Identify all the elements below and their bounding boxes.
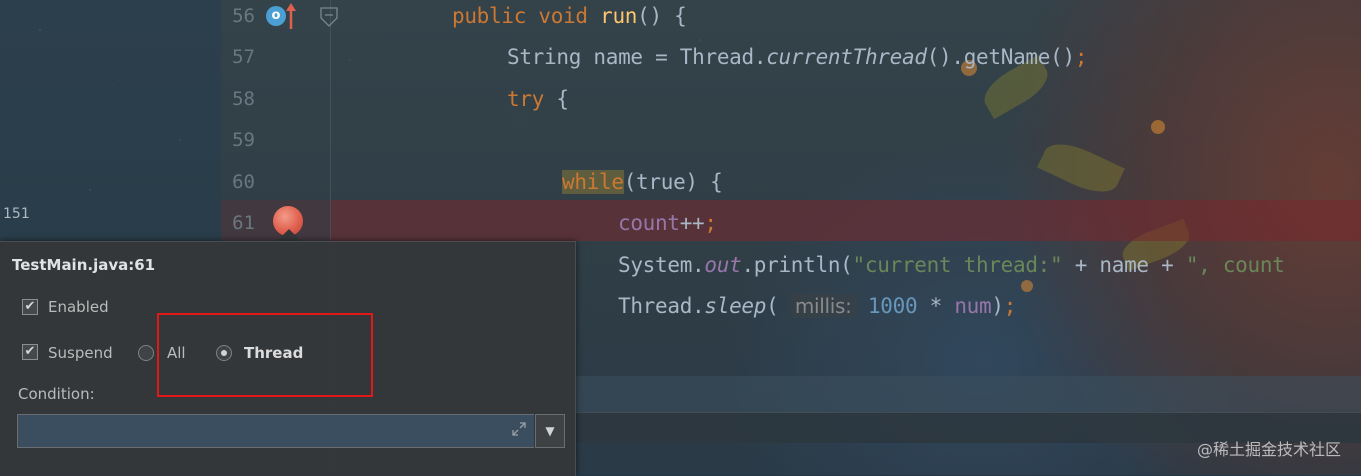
line-number[interactable]: 61 — [221, 212, 255, 234]
code-token: public void — [452, 4, 601, 28]
code-token: num — [954, 294, 992, 318]
line-number[interactable]: 58 — [221, 88, 255, 110]
line-number[interactable]: 59 — [221, 129, 255, 151]
code-token: ++ — [679, 211, 705, 235]
code-token: ; — [1003, 294, 1017, 318]
side-panel-number: 151 — [3, 206, 30, 222]
code-token: out — [704, 253, 742, 277]
background-dot — [1151, 120, 1165, 134]
suspend-label[interactable]: Suspend — [48, 344, 113, 362]
line-number[interactable]: 56 — [221, 5, 255, 27]
code-token: currentThread — [766, 45, 927, 69]
code-token: 1000 — [855, 294, 918, 318]
popup-title: TestMain.java:61 — [12, 256, 156, 274]
up-arrow-icon[interactable] — [286, 3, 296, 29]
enabled-label[interactable]: Enabled — [48, 298, 109, 316]
code-token: System. — [618, 253, 705, 277]
line-number[interactable]: 57 — [221, 46, 255, 68]
annotation-highlight-box — [157, 313, 373, 397]
expand-icon[interactable] — [510, 420, 528, 438]
code-token: .println( — [741, 253, 853, 277]
code-line-58[interactable]: try { — [507, 87, 569, 111]
editor-bottom-band — [575, 376, 1361, 412]
popup-pointer — [277, 229, 301, 241]
code-token: ().getName() — [926, 45, 1075, 69]
code-token: sleep — [704, 294, 767, 318]
code-token: run — [600, 4, 638, 28]
suspend-checkbox[interactable]: ✔ — [22, 344, 38, 360]
breakpoint-properties-popup: TestMain.java:61 ✔ Enabled ✔ Suspend All… — [0, 241, 576, 476]
suspend-all-radio[interactable] — [138, 345, 154, 361]
code-token: ; — [1074, 45, 1088, 69]
code-token: * — [917, 294, 955, 318]
background-dot — [1021, 280, 1033, 292]
background-leaf — [1037, 134, 1125, 202]
code-line-63[interactable]: Thread.sleep( millis: 1000 * num); — [618, 294, 1016, 318]
override-method-icon[interactable]: o — [266, 6, 286, 26]
fold-icon[interactable] — [318, 6, 340, 28]
code-token: Thread. — [618, 294, 705, 318]
code-line-60[interactable]: while(true) { — [562, 170, 723, 194]
enabled-checkbox[interactable]: ✔ — [22, 299, 38, 315]
code-token: ; — [704, 211, 717, 235]
code-line-62[interactable]: System.out.println("current thread:" + n… — [618, 253, 1285, 277]
code-token: while — [562, 170, 624, 194]
code-token: count — [618, 211, 680, 235]
parameter-hint: millis: — [790, 294, 856, 318]
code-token: { — [544, 87, 569, 111]
code-token: ", count — [1185, 253, 1285, 277]
condition-dropdown-button[interactable]: ▼ — [535, 414, 565, 448]
breakpoint-line-highlight — [331, 200, 1361, 241]
condition-input[interactable] — [17, 414, 534, 448]
code-token: ) — [991, 294, 1004, 318]
code-line-57[interactable]: String name = Thread.currentThread().get… — [507, 45, 1087, 69]
code-line-61[interactable]: count++; — [618, 211, 717, 235]
code-token: (true) { — [623, 170, 723, 194]
code-token: try — [507, 87, 545, 111]
code-token: "current thread:" — [852, 253, 1063, 277]
condition-label: Condition: — [18, 385, 95, 403]
line-number[interactable]: 60 — [221, 171, 255, 193]
code-line-56[interactable]: public void run() { — [452, 4, 687, 28]
code-token: () { — [637, 4, 687, 28]
code-token: + name + — [1062, 253, 1186, 277]
code-token: String name = Thread. — [507, 45, 767, 69]
watermark: @稀土掘金技术社区 — [1196, 440, 1341, 459]
code-token: ( — [766, 294, 791, 318]
